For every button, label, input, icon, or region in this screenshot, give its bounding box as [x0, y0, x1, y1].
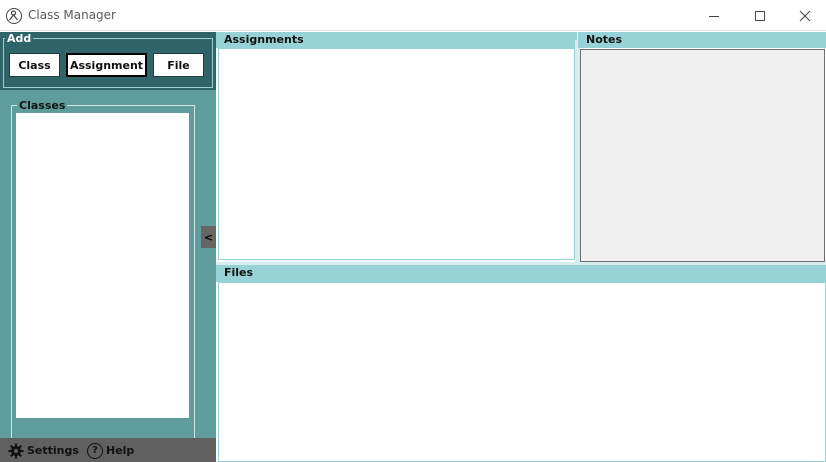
title-bar: Class Manager: [0, 0, 826, 31]
add-section: Add Class Assignment File: [0, 32, 216, 90]
settings-label: Settings: [27, 444, 79, 457]
app-logo-icon: [6, 8, 22, 24]
add-file-button[interactable]: File: [153, 53, 204, 77]
help-button[interactable]: ? Help: [87, 442, 134, 459]
close-icon: [799, 10, 811, 21]
classes-list[interactable]: [16, 113, 189, 418]
maximize-icon: [755, 10, 765, 21]
files-list[interactable]: [218, 282, 826, 462]
add-label: Add: [5, 32, 34, 46]
files-header: Files: [216, 265, 826, 282]
minimize-button[interactable]: [691, 0, 737, 31]
minimize-icon: [709, 15, 719, 17]
notes-label: Notes: [586, 33, 623, 46]
notes-header: Notes: [578, 32, 826, 48]
help-icon: ?: [87, 442, 103, 459]
add-assignment-button[interactable]: Assignment: [66, 53, 147, 77]
sidebar-footer: Settings ? Help: [0, 438, 216, 462]
assignments-label: Assignments: [224, 33, 304, 46]
add-class-button[interactable]: Class: [9, 53, 60, 77]
collapse-sidebar-button[interactable]: <: [201, 226, 216, 248]
main-content: Assignments Notes Files: [216, 32, 826, 462]
notes-textarea[interactable]: [580, 49, 825, 262]
help-label: Help: [106, 444, 135, 457]
window-title: Class Manager: [28, 8, 116, 22]
sidebar: Add Class Assignment File Classes Settin…: [0, 32, 216, 462]
maximize-button[interactable]: [737, 0, 783, 31]
settings-button[interactable]: Settings: [8, 442, 79, 459]
gear-icon: [8, 443, 24, 458]
close-button[interactable]: [782, 0, 826, 31]
classes-label: Classes: [17, 99, 68, 112]
assignments-list[interactable]: [218, 48, 575, 260]
files-label: Files: [224, 266, 254, 279]
assignments-header: Assignments: [216, 32, 577, 48]
